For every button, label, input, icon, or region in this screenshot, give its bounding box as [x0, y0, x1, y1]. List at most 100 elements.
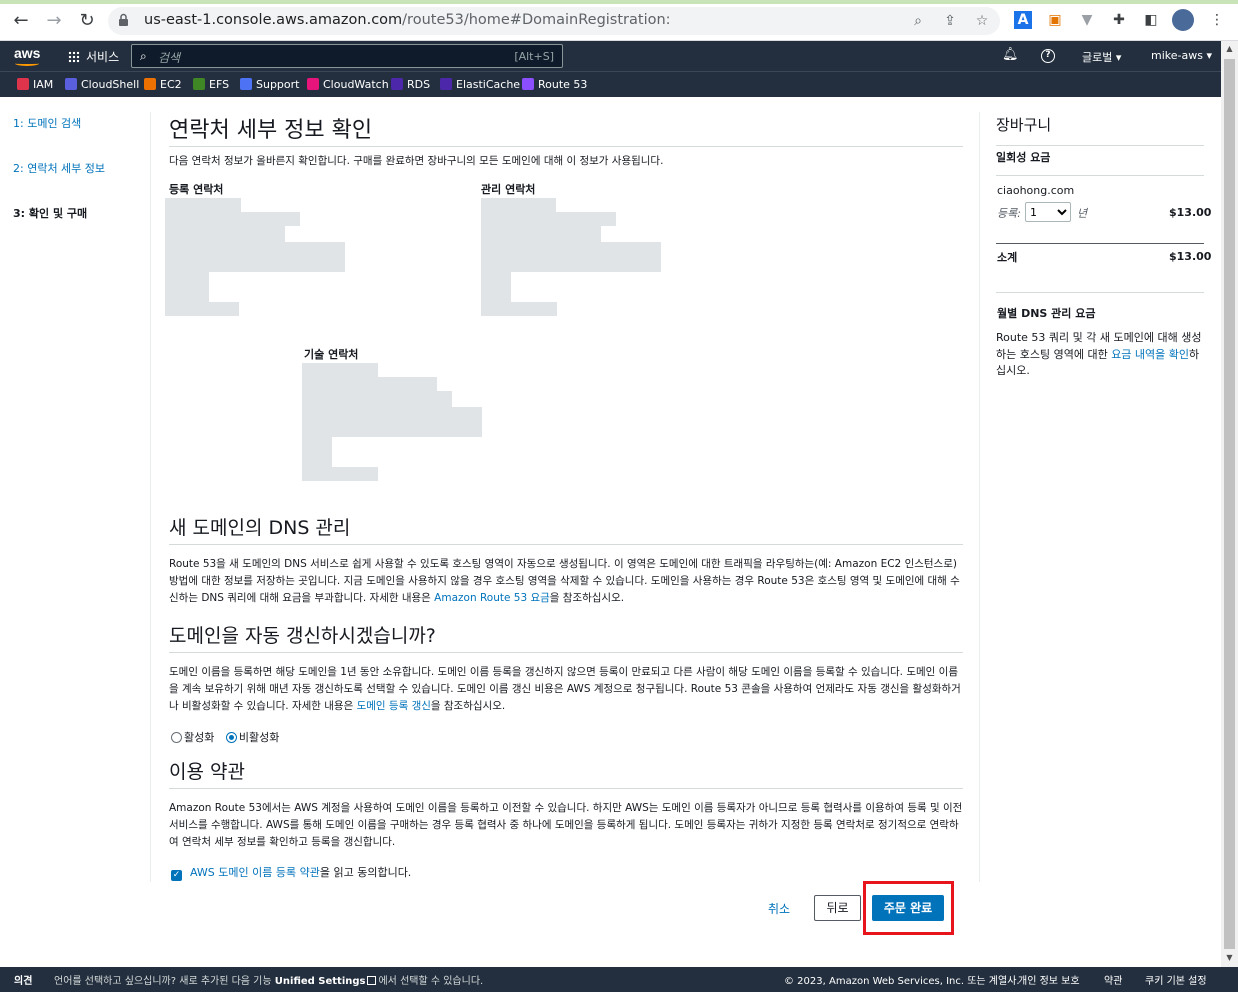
auto-renew-section-title: 도메인을 자동 갱신하시겠습니까?	[169, 625, 436, 647]
pricing-details-link[interactable]: 요금 내역을 확인	[1111, 348, 1189, 361]
radio-disable[interactable]: 비활성화	[225, 731, 279, 744]
notifications-bell-icon[interactable]: 🔔︎	[1002, 47, 1019, 62]
terms-link[interactable]: AWS 도메인 이름 등록 약관	[190, 866, 320, 879]
rds-service-icon	[391, 78, 403, 90]
favorite-rds[interactable]: RDS	[391, 78, 430, 92]
cast-extension-icon[interactable]: ▣	[1046, 11, 1064, 29]
radio-enable[interactable]: 활성화	[171, 731, 214, 744]
step-review-purchase: 3: 확인 및 구매	[13, 207, 88, 220]
main-panel: 연락처 세부 정보 확인 다음 연락처 정보가 올바른지 확인합니다. 구매를 …	[150, 112, 980, 882]
extensions-puzzle-icon[interactable]: ✚	[1110, 11, 1128, 29]
favorites-bar: IAM CloudShell EC2 EFS Support CloudWatc…	[0, 71, 1221, 97]
account-menu[interactable]: mike-aws ▾	[1151, 49, 1212, 62]
dns-section-title: 새 도메인의 DNS 관리	[169, 517, 351, 539]
ec2-service-icon	[144, 78, 156, 90]
radio-enable-circle[interactable]	[171, 732, 182, 743]
vpn-extension-icon[interactable]: ▼	[1078, 11, 1096, 29]
favorite-route53[interactable]: Route 53	[522, 78, 587, 92]
lock-icon	[119, 13, 128, 26]
back-arrow-icon[interactable]: ←	[10, 10, 32, 32]
annotation-highlight-box	[863, 881, 954, 935]
terms-description: Amazon Route 53에서는 AWS 계정을 사용하여 도메인 이름을 …	[169, 802, 963, 848]
scroll-up-arrow-icon[interactable]: ▲	[1225, 44, 1234, 53]
monthly-dns-note: Route 53 쿼리 및 각 새 도메인에 대해 생성하는 호스팅 영역에 대…	[996, 331, 1202, 377]
elasticache-service-icon	[440, 78, 452, 90]
divider	[996, 292, 1204, 293]
agree-terms[interactable]: ✓ AWS 도메인 이름 등록 약관을 읽고 동의합니다.	[171, 864, 411, 881]
forward-arrow-icon[interactable]: →	[43, 10, 65, 32]
cookie-preferences-link[interactable]: 쿠키 기본 설정	[1145, 972, 1207, 987]
scrollbar-thumb[interactable]	[1224, 59, 1235, 949]
radio-disable-circle[interactable]	[225, 732, 237, 743]
divider	[169, 652, 963, 653]
favorite-efs[interactable]: EFS	[193, 78, 229, 92]
grid-icon	[68, 51, 80, 63]
address-bar[interactable]: us-east-1.console.aws.amazon.com/route53…	[108, 7, 1000, 35]
route53-pricing-link[interactable]: Amazon Route 53 요금	[434, 592, 550, 604]
page-title: 연락처 세부 정보 확인	[169, 118, 373, 143]
reload-icon[interactable]: ↻	[76, 10, 98, 32]
tab-strip-edge	[0, 0, 1238, 4]
copyright: © 2023, Amazon Web Services, Inc. 또는 계열사…	[784, 976, 1020, 987]
step-search-domain[interactable]: 1: 도메인 검색	[13, 115, 81, 131]
route53-service-icon	[522, 78, 534, 90]
scroll-down-arrow-icon[interactable]: ▼	[1225, 953, 1234, 962]
favorite-ec2[interactable]: EC2	[144, 78, 182, 92]
translate-extension-icon[interactable]: A	[1014, 11, 1032, 29]
feedback-link[interactable]: 의견	[14, 972, 32, 987]
favorite-elasticache[interactable]: ElastiCache	[440, 78, 520, 92]
admin-contact-title: 관리 연락처	[481, 183, 536, 196]
tech-contact-title: 기술 연락처	[304, 348, 359, 361]
zoom-icon[interactable]: ⌕	[910, 13, 926, 29]
divider	[996, 243, 1204, 244]
efs-service-icon	[193, 78, 205, 90]
dns-description: Route 53을 새 도메인의 DNS 서비스로 쉽게 사용할 수 있도록 호…	[169, 558, 960, 604]
console-footer: 의견 언어를 선택하고 싶으십니까? 새로 추가된 다음 기능 Unified …	[0, 967, 1238, 992]
terms-footer-link[interactable]: 약관	[1104, 972, 1122, 987]
onetime-fee-label: 일회성 요금	[996, 151, 1051, 164]
auto-renew-options: 활성화 비활성화	[171, 729, 279, 745]
browser-toolbar: ← → ↻ us-east-1.console.aws.amazon.com/r…	[0, 0, 1238, 41]
monthly-dns-fee-label: 월별 DNS 관리 요금	[997, 307, 1096, 320]
unified-settings-link[interactable]: Unified Settings	[275, 976, 366, 987]
registration-years-select[interactable]: 1	[1025, 202, 1071, 222]
intro-text: 다음 연락처 정보가 올바른지 확인합니다. 구매를 완료하면 장바구니의 모든…	[169, 155, 664, 167]
favorite-iam[interactable]: IAM	[17, 78, 53, 92]
region-selector[interactable]: 글로벌 ▾	[1082, 49, 1121, 65]
step-contact-details[interactable]: 2: 연락처 세부 정보	[13, 160, 105, 176]
search-icon: ⌕	[140, 49, 147, 63]
aws-console-header: aws 서비스 ⌕ 검색 [Alt+S] 🔔︎ ? 글로벌 ▾ mike-aws…	[0, 41, 1221, 71]
registrant-contact-title: 등록 연락처	[169, 183, 224, 196]
language-notice: 언어를 선택하고 싶으십니까? 새로 추가된 다음 기능 Unified Set…	[54, 976, 484, 987]
subtotal-value: $13.00	[1169, 250, 1212, 263]
help-icon[interactable]: ?	[1041, 49, 1055, 63]
terms-section-title: 이용 약관	[169, 761, 245, 783]
bookmark-star-icon[interactable]: ☆	[974, 13, 990, 29]
favorite-cloudwatch[interactable]: CloudWatch	[307, 78, 389, 92]
divider	[169, 146, 963, 147]
iam-service-icon	[17, 78, 29, 90]
agree-checkbox[interactable]: ✓	[171, 870, 182, 881]
share-icon[interactable]: ⇪	[942, 13, 958, 29]
cart-title: 장바구니	[996, 116, 1052, 134]
back-button[interactable]: 뒤로	[814, 895, 861, 921]
side-panel-icon[interactable]: ◧	[1142, 11, 1160, 29]
cancel-button[interactable]: 취소	[768, 900, 790, 917]
services-menu-button[interactable]: 서비스	[68, 48, 119, 65]
subtotal-label: 소계	[997, 251, 1018, 264]
domain-renewal-link[interactable]: 도메인 등록 갱신	[357, 700, 431, 712]
privacy-link[interactable]: 개인 정보 보호	[1018, 972, 1080, 987]
registration-label: 등록:	[997, 207, 1021, 220]
console-search-input[interactable]: ⌕ 검색 [Alt+S]	[131, 44, 563, 68]
domain-price: $13.00	[1169, 206, 1212, 219]
years-unit: 년	[1077, 207, 1088, 220]
favorite-cloudshell[interactable]: CloudShell	[65, 78, 139, 92]
favorite-support[interactable]: Support	[240, 78, 299, 92]
profile-avatar[interactable]	[1172, 9, 1194, 31]
page-scrollbar[interactable]: ▲ ▼	[1221, 41, 1238, 967]
url-text: us-east-1.console.aws.amazon.com/route53…	[144, 12, 671, 28]
divider	[996, 175, 1204, 176]
browser-menu-icon[interactable]: ⋮	[1208, 11, 1226, 29]
aws-logo[interactable]: aws	[14, 45, 40, 66]
cart-domain-name: ciaohong.com	[997, 184, 1075, 197]
